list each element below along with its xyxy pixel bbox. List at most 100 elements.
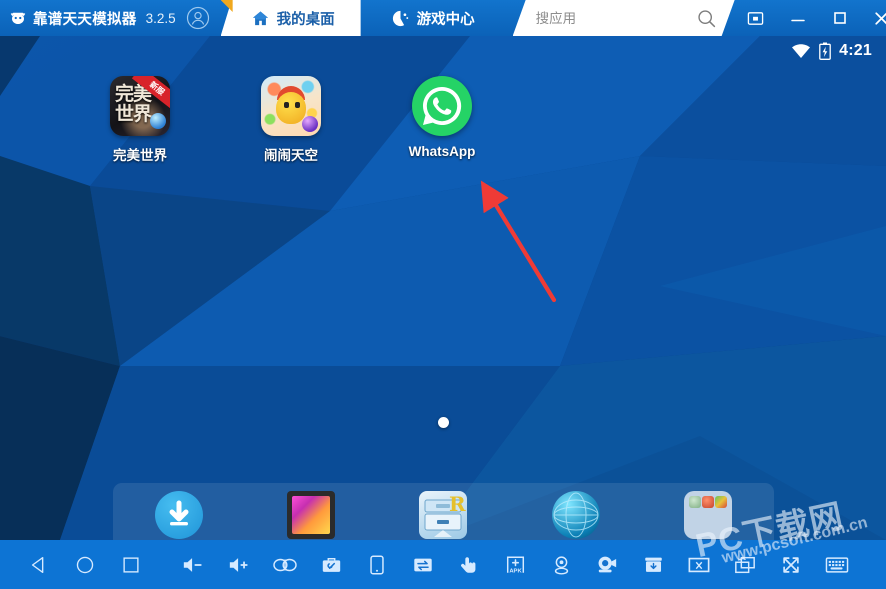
restore-small-window-button[interactable] [735,0,777,36]
folder-mini-icon-play [714,496,727,508]
maximize-button[interactable] [819,0,861,36]
naonao-eye-left [284,102,289,108]
gallery-icon [287,491,336,539]
close-button[interactable] [861,0,886,36]
wifi-icon [792,44,811,58]
whatsapp-glyph [423,86,462,125]
minimize-button[interactable] [777,0,819,36]
brand-version: 3.2.5 [145,10,176,26]
app-row: 完美 世界 新服 完美世界 闹闹天空 WhatsApp [0,76,886,164]
search-box [512,0,735,36]
emulator-toolbar: APK [0,540,886,589]
keyboard-mapping-button[interactable] [814,540,860,589]
tap-hand-icon [461,556,476,573]
app-label: 完美世界 [113,148,167,163]
location-pin-icon [554,555,568,575]
tab-my-desktop[interactable]: 我的桌面 [220,0,361,36]
naonao-orb [302,116,318,132]
emulator-logo-icon [10,12,26,24]
app-grid: 完美 世界 新服 完美世界 闹闹天空 WhatsApp [0,76,886,164]
system-tools-folder-icon [683,491,732,539]
naonao-eye-right [295,102,300,108]
tab-game-center[interactable]: 游戏中心 [361,0,501,36]
rotate-screen-button[interactable] [354,540,400,589]
back-button[interactable] [16,540,62,589]
app-label: WhatsApp [408,144,476,159]
search-input[interactable] [535,8,691,28]
phone-rotate-icon [370,555,384,574]
whatsapp-icon [412,76,472,136]
volume-up-button[interactable] [216,540,262,589]
toolbox-wrench-icon [322,557,340,572]
folder-mini-icon-settings [688,496,701,508]
back-triangle-icon [31,556,44,573]
home-circle-icon [76,556,94,573]
keyboard-icon [825,556,849,573]
close-icon [875,11,886,25]
volume-down-button[interactable] [170,540,216,589]
refresh-window-icon [735,556,755,573]
tab-game-center-label: 游戏中心 [416,11,475,28]
folder-mini-icon-clock [701,496,714,508]
shake-icon [273,558,297,571]
home-icon [252,11,268,25]
volume-up-icon [229,557,248,572]
page-dot-active [437,417,449,428]
app-whatsapp[interactable]: WhatsApp [394,76,490,164]
download-folder-icon [644,557,662,572]
dock-item-browser[interactable]: 浏览器 [528,491,624,540]
naonao-sky-icon [261,76,321,136]
data-transfer-button[interactable] [400,540,446,589]
download-icon [155,491,204,539]
small-window-icon [747,11,764,25]
recents-button[interactable] [108,540,154,589]
app-perfect-world[interactable]: 完美 世界 新服 完美世界 [92,76,188,164]
app-drawer-handle[interactable] [434,530,452,537]
tab-my-desktop-label: 我的桌面 [276,11,335,28]
location-button[interactable] [538,540,584,589]
title-bar: 靠谱天天模拟器 3.2.5 我的桌面 游戏中心 搜应用 [0,0,886,36]
toolbox-button[interactable] [308,540,354,589]
app-naonao-sky[interactable]: 闹闹天空 [243,76,339,164]
recents-square-icon [123,556,139,573]
emulator-window: 靠谱天天模拟器 3.2.5 我的桌面 游戏中心 搜应用 4:21 完美 世界 新… [0,0,886,589]
refresh-window-button[interactable] [722,540,768,589]
download-glyph [169,500,189,526]
dock-item-system-tools[interactable]: 系统工具 [660,491,756,540]
tab-bar: 我的桌面 游戏中心 [220,0,501,36]
camera-record-icon [598,556,617,572]
maximize-icon [833,12,846,24]
app-label: 闹闹天空 [264,148,318,163]
transfer-arrows-icon [414,558,432,571]
status-bar-time: 4:21 [839,42,872,59]
fullscreen-expand-icon [783,556,799,573]
gamepad-icon [392,10,408,26]
fullscreen-button[interactable] [768,540,814,589]
globe-glyph [553,492,599,538]
volume-down-icon [183,557,202,572]
android-status-bar: 4:21 [0,36,886,66]
page-indicator[interactable] [0,417,886,428]
record-screen-button[interactable] [584,540,630,589]
apk-install-icon: APK [506,555,524,574]
dock-item-gallery[interactable]: 图库 [263,491,359,540]
minimize-icon [790,19,805,22]
battery-charging-icon [819,42,832,60]
svg-text:R: R [449,492,466,516]
multi-tap-button[interactable] [446,540,492,589]
screenshot-scissors-icon [688,557,710,572]
shake-button[interactable] [262,540,308,589]
dock-item-download[interactable]: 下载 [131,491,227,540]
gallery-photo [292,496,331,534]
perfect-world-orb [150,113,166,129]
home-button[interactable] [62,540,108,589]
user-account-icon[interactable] [186,6,210,30]
perfect-world-icon: 完美 世界 新服 [110,76,170,136]
shared-folder-button[interactable] [630,540,676,589]
browser-icon [551,491,600,539]
brand: 靠谱天天模拟器 3.2.5 [0,0,176,36]
search-icon[interactable] [696,8,717,29]
svg-text:APK: APK [509,568,522,574]
install-apk-button[interactable]: APK [492,540,538,589]
screenshot-button[interactable] [676,540,722,589]
